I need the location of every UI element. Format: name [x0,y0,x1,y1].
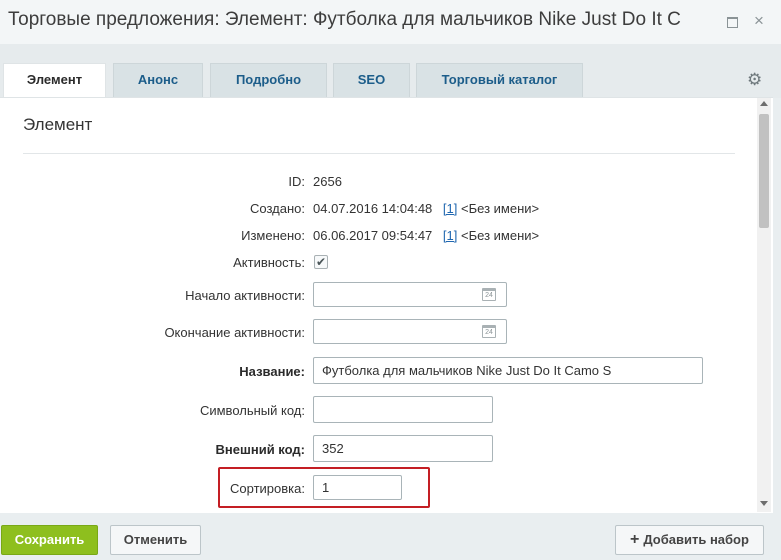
modified-user-name: <Без имени> [461,228,540,243]
active-to-label: Окончание активности: [164,325,305,340]
plus-icon: + [630,531,640,548]
created-date: 04.07.2016 14:04:48 [313,201,433,216]
id-label: ID: [288,174,305,189]
active-from-label: Начало активности: [185,288,305,303]
created-label: Создано: [250,201,305,216]
created-user-link[interactable]: [1] [443,201,457,216]
tab-element[interactable]: Элемент [3,63,106,99]
tab-details[interactable]: Подробно [210,63,327,98]
add-set-button[interactable]: + Добавить набор [615,525,764,555]
xml-id-input[interactable] [313,435,493,462]
active-label: Активность: [233,255,305,270]
name-label: Название: [239,364,305,379]
tab-trade-catalog[interactable]: Торговый каталог [416,63,583,98]
sort-label: Сортировка: [230,481,305,496]
created-value: 04.07.2016 14:04:48 [1] <Без имени> [313,201,539,216]
code-label: Символьный код: [199,403,305,418]
tab-bar: Элемент Анонс Подробно SEO Торговый ката… [0,44,781,99]
section-divider [23,153,735,154]
calendar-icon[interactable]: 24 [482,325,496,338]
active-from-input[interactable] [313,282,507,307]
vertical-scrollbar[interactable] [757,98,771,512]
modified-label: Изменено: [241,228,305,243]
code-input[interactable] [313,396,493,423]
active-to-input[interactable] [313,319,507,344]
close-icon[interactable]: × [751,12,767,29]
gear-icon[interactable]: ⚙ [747,71,764,88]
xml-id-label: Внешний код: [215,442,305,457]
tab-announce[interactable]: Анонс [113,63,203,98]
scroll-down-arrow-icon[interactable] [760,501,768,506]
section-title: Элемент [23,115,93,134]
save-button[interactable]: Сохранить [1,525,98,555]
maximize-icon[interactable] [724,13,740,29]
created-user-name: <Без имени> [461,201,540,216]
id-value: 2656 [313,174,342,189]
sort-input[interactable] [313,475,402,500]
window-titlebar: Торговые предложения: Элемент: Футболка … [0,0,781,44]
tab-seo[interactable]: SEO [333,63,410,98]
modified-date: 06.06.2017 09:54:47 [313,228,433,243]
active-checkbox[interactable]: ✔ [314,255,328,269]
modified-user-link[interactable]: [1] [443,228,457,243]
modified-value: 06.06.2017 09:54:47 [1] <Без имени> [313,228,539,243]
cancel-button[interactable]: Отменить [110,525,201,555]
window-title: Торговые предложения: Элемент: Футболка … [8,9,681,30]
add-set-label: Добавить набор [643,532,749,547]
calendar-icon[interactable]: 24 [482,288,496,301]
scroll-up-arrow-icon[interactable] [760,101,768,106]
name-input[interactable] [313,357,703,384]
scroll-thumb[interactable] [759,114,769,228]
